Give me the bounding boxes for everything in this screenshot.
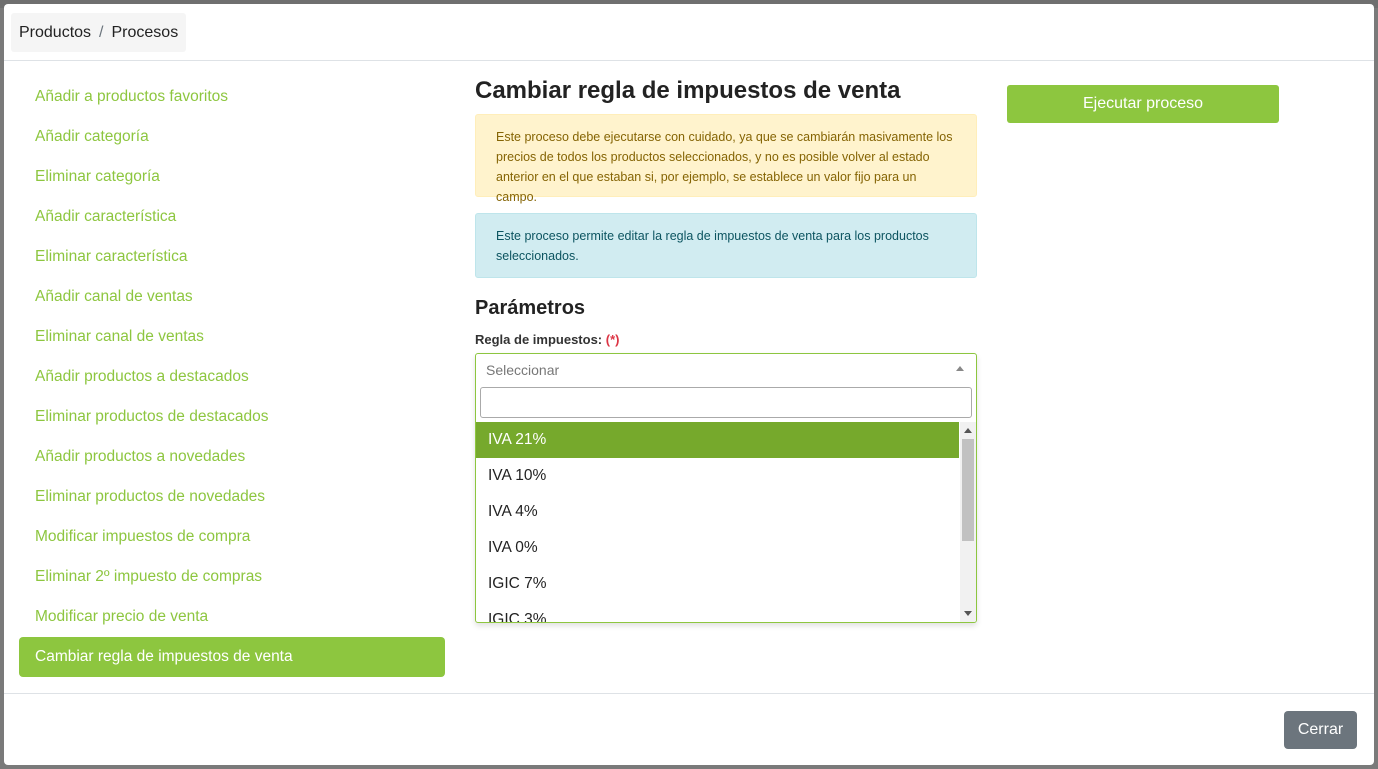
process-item-eliminar-novedades[interactable]: Eliminar productos de novedades [19,477,445,517]
close-button[interactable]: Cerrar [1284,711,1357,749]
info-alert: Este proceso permite editar la regla de … [475,213,977,278]
breadcrumb-separator: / [99,23,104,41]
process-item-modificar-precio-venta[interactable]: Modificar precio de venta [19,597,445,637]
tax-rule-label-text: Regla de impuestos: [475,332,603,347]
breadcrumb-item-productos[interactable]: Productos [19,24,91,42]
process-item-anadir-caracteristica[interactable]: Añadir característica [19,197,445,237]
page-title: Cambiar regla de impuestos de venta [475,77,901,104]
options-scrollbar[interactable] [960,422,976,622]
option-iva-21[interactable]: IVA 21% [476,422,959,458]
process-modal: Productos / Procesos Añadir a productos … [4,4,1374,765]
scroll-up-arrow-icon[interactable] [964,428,972,433]
option-iva-4[interactable]: IVA 4% [476,494,959,530]
modal-footer: Cerrar [4,693,1374,765]
process-item-anadir-favoritos[interactable]: Añadir a productos favoritos [19,77,445,117]
warning-alert: Este proceso debe ejecutarse con cuidado… [475,114,977,204]
scroll-down-arrow-icon[interactable] [964,611,972,616]
process-item-eliminar-caracteristica[interactable]: Eliminar característica [19,237,445,277]
chevron-up-icon[interactable] [956,366,964,371]
process-item-anadir-canal[interactable]: Añadir canal de ventas [19,277,445,317]
process-item-modificar-impuestos-compra[interactable]: Modificar impuestos de compra [19,517,445,557]
parameters-heading: Parámetros [475,297,586,319]
modal-header: Productos / Procesos [4,4,1374,61]
breadcrumb: Productos / Procesos [11,13,187,52]
process-item-anadir-categoria[interactable]: Añadir categoría [19,117,445,157]
tax-rule-label: Regla de impuestos: (*) [475,330,977,350]
required-mark: (*) [605,332,620,347]
process-item-eliminar-segundo-impuesto[interactable]: Eliminar 2º impuesto de compras [19,557,445,597]
scrollbar-thumb[interactable] [962,439,974,541]
run-process-button[interactable]: Ejecutar proceso [1007,85,1279,123]
tax-rule-search-input[interactable] [480,387,972,418]
breadcrumb-item-procesos: Procesos [111,23,179,41]
process-item-anadir-destacados[interactable]: Añadir productos a destacados [19,357,445,397]
tax-rule-select-placeholder: Seleccionar [486,362,560,378]
tax-rule-select[interactable]: Seleccionar IVA 21% IVA 10% IVA 4% IVA 0… [475,353,977,623]
option-igic-3[interactable]: IGIC 3% [476,602,959,622]
process-item-anadir-novedades[interactable]: Añadir productos a novedades [19,437,445,477]
process-item-cambiar-regla-impuestos[interactable]: Cambiar regla de impuestos de venta [19,637,445,677]
process-item-eliminar-destacados[interactable]: Eliminar productos de destacados [19,397,445,437]
option-iva-10[interactable]: IVA 10% [476,458,959,494]
process-panel: Cambiar regla de impuestos de venta Este… [475,74,977,350]
tax-rule-select-current[interactable]: Seleccionar [476,354,976,386]
option-iva-0[interactable]: IVA 0% [476,530,959,566]
process-item-eliminar-canal[interactable]: Eliminar canal de ventas [19,317,445,357]
process-item-eliminar-categoria[interactable]: Eliminar categoría [19,157,445,197]
option-igic-7[interactable]: IGIC 7% [476,566,959,602]
tax-rule-options: IVA 21% IVA 10% IVA 4% IVA 0% IGIC 7% IG… [476,422,959,622]
process-list: Añadir a productos favoritos Añadir cate… [19,77,445,677]
